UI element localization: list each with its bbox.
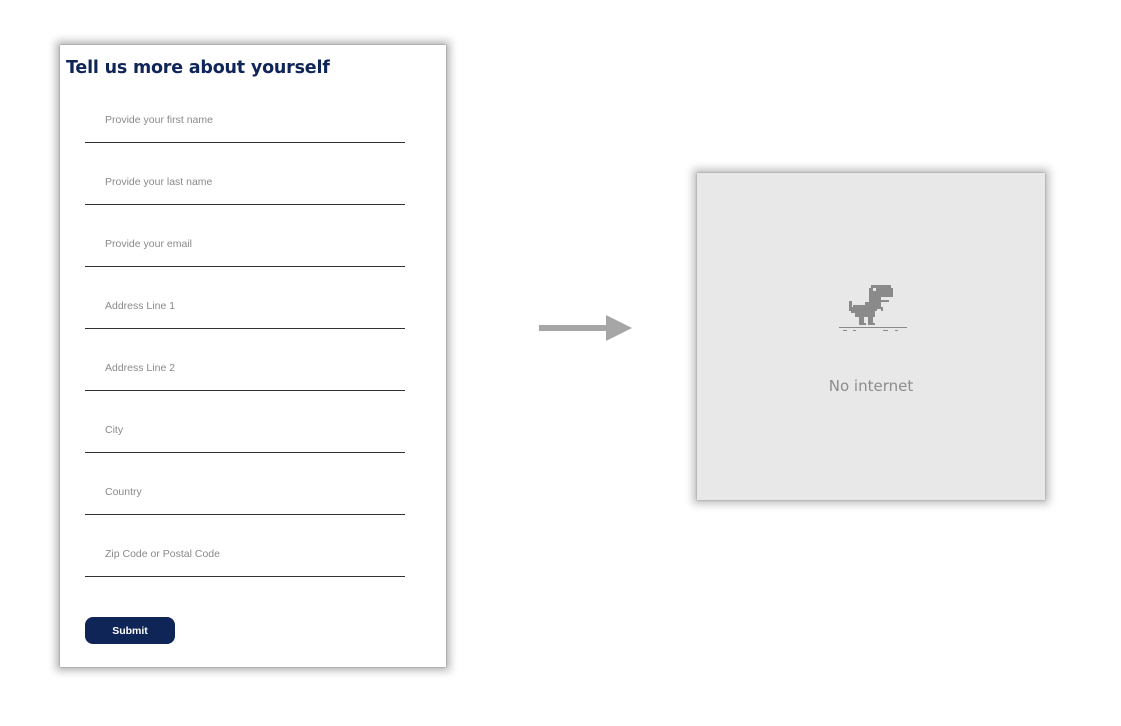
country-input[interactable]: [85, 469, 405, 515]
no-internet-message: No internet: [828, 377, 914, 395]
email-field-wrapper: [85, 221, 405, 271]
last-name-field-wrapper: [85, 159, 405, 209]
last-name-input[interactable]: [85, 159, 405, 205]
page: Tell us more about yourself Submit: [0, 0, 1121, 726]
signup-form-card: Tell us more about yourself Submit: [60, 45, 446, 667]
email-input[interactable]: [85, 221, 405, 267]
country-field-wrapper: [85, 469, 405, 519]
arrow-right-icon: [538, 313, 634, 343]
form-title: Tell us more about yourself: [66, 58, 330, 78]
dino-icon: [837, 283, 909, 333]
address-line-2-input[interactable]: [85, 345, 405, 391]
city-input[interactable]: [85, 407, 405, 453]
zip-code-field-wrapper: [85, 531, 405, 581]
address-line-1-field-wrapper: [85, 283, 405, 333]
zip-code-input[interactable]: [85, 531, 405, 577]
address-line-1-input[interactable]: [85, 283, 405, 329]
submit-button[interactable]: Submit: [85, 617, 175, 644]
offline-panel: No internet: [697, 173, 1045, 500]
city-field-wrapper: [85, 407, 405, 457]
address-line-2-field-wrapper: [85, 345, 405, 395]
first-name-input[interactable]: [85, 97, 405, 143]
first-name-field-wrapper: [85, 97, 405, 147]
